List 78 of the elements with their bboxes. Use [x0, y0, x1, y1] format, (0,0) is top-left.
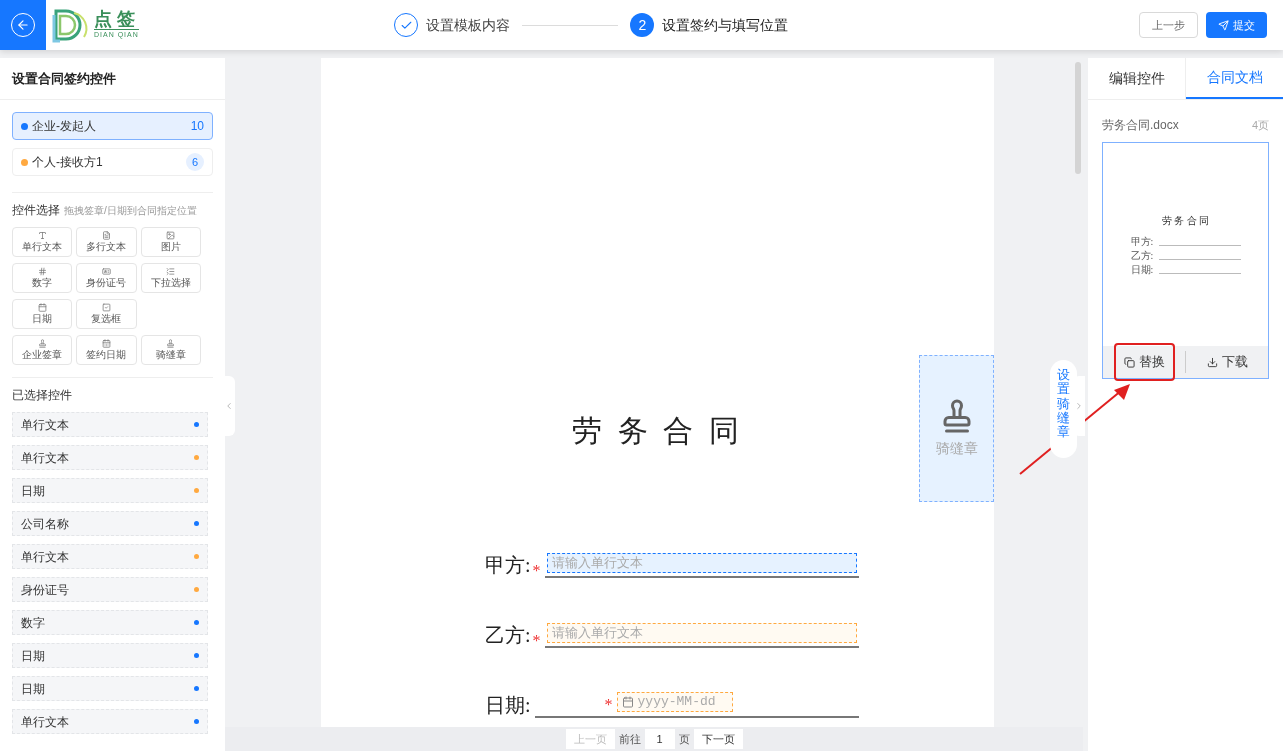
logo-icon: [50, 7, 90, 43]
control-tile[interactable]: 身份证号: [76, 263, 137, 293]
control-tile[interactable]: 多行文本: [76, 227, 137, 257]
control-tile[interactable]: 单行文本: [12, 227, 73, 257]
selected-control[interactable]: 数字: [12, 610, 208, 635]
step-label: 设置模板内容: [426, 15, 511, 35]
copy-icon: [1123, 356, 1135, 368]
document-thumbnail[interactable]: 劳 务 合 同 甲方: 乙方: 日期: 替换 下载: [1102, 142, 1269, 379]
selected-control[interactable]: 日期: [12, 643, 208, 668]
hash-icon: [37, 267, 47, 276]
control-tile[interactable]: 日期: [12, 299, 73, 329]
required-mark: *: [532, 564, 541, 578]
field-label: 甲方:: [485, 553, 531, 578]
signer-item[interactable]: 个人-接收方1 6: [12, 148, 213, 176]
section-title: 已选择控件: [12, 387, 73, 404]
thumbnail-label: 甲方:: [1130, 236, 1155, 248]
control-tile[interactable]: 签约日期: [76, 335, 137, 365]
page-unit: 页: [678, 731, 690, 747]
selected-control[interactable]: 单行文本: [12, 709, 208, 734]
image-icon: [166, 231, 176, 240]
section-hint: 拖拽签章/日期到合同指定位置: [64, 204, 197, 218]
submit-button[interactable]: 提交: [1206, 12, 1267, 38]
document-title: 劳 务 合 同: [572, 413, 743, 449]
seam-seal-side-tab[interactable]: 设置骑缝章: [1050, 360, 1077, 458]
thumbnail-label: 日期:: [1130, 264, 1155, 276]
section-title: 控件选择: [12, 202, 60, 219]
panel-tab[interactable]: 编辑控件: [1088, 58, 1186, 99]
page-field[interactable]: 1: [644, 729, 675, 749]
list-icon: [166, 267, 176, 276]
scrollbar[interactable]: [1075, 62, 1081, 174]
signer-name: 个人-接收方1: [32, 154, 104, 171]
download-button[interactable]: 下载: [1198, 347, 1256, 377]
step-label: 设置签约与填写位置: [662, 15, 789, 35]
thumbnail-title: 劳 务 合 同: [1161, 214, 1210, 228]
signer-item[interactable]: 企业-发起人 10: [12, 112, 213, 140]
panel-tab[interactable]: 合同文档: [1186, 58, 1283, 99]
file-name: 劳务合同.docx: [1102, 117, 1179, 134]
selected-control[interactable]: 单行文本: [12, 412, 208, 437]
field-label: 日期:: [485, 693, 531, 718]
calendar-icon: [102, 339, 111, 348]
selected-control[interactable]: 单行文本: [12, 544, 208, 569]
page-count: 4页: [1251, 117, 1269, 133]
collapse-left-handle[interactable]: [223, 376, 235, 436]
selected-control[interactable]: 单行文本: [12, 445, 208, 470]
selected-control[interactable]: 日期: [12, 478, 208, 503]
checkbox-icon: [102, 303, 111, 312]
selected-control[interactable]: 日期: [12, 676, 208, 701]
next-page-button[interactable]: 下一页: [693, 729, 743, 749]
selected-control[interactable]: 身份证号: [12, 577, 208, 602]
signer-count: 10: [190, 118, 204, 135]
goto-label: 前往: [618, 731, 641, 747]
previous-step-button[interactable]: 上一步: [1139, 12, 1198, 38]
signer-name: 企业-发起人: [32, 118, 97, 135]
signer-count: 6: [186, 153, 204, 171]
selected-control[interactable]: 公司名称: [12, 511, 208, 536]
required-mark: *: [604, 698, 613, 712]
id-card-icon: [102, 267, 111, 276]
control-tile[interactable]: 下拉选择: [140, 263, 201, 293]
calendar-icon: [621, 696, 634, 708]
calendar-icon: [37, 303, 47, 312]
replace-button[interactable]: 替换: [1113, 343, 1175, 381]
send-icon: [1218, 19, 1229, 31]
download-icon: [1206, 356, 1218, 368]
logo-title: 点 签: [94, 9, 136, 30]
text-icon: [37, 231, 47, 240]
thumbnail-label: 乙方:: [1130, 250, 1155, 262]
step-number: 2: [630, 13, 655, 37]
back-button[interactable]: [0, 0, 46, 50]
stamp-icon: [166, 339, 176, 348]
control-tile[interactable]: 企业签章: [12, 335, 73, 365]
required-mark: *: [532, 634, 541, 648]
control-tile[interactable]: 图片: [140, 227, 201, 257]
stamp-icon: [37, 339, 47, 348]
field-label: 乙方:: [485, 623, 531, 648]
document-icon: [102, 231, 111, 240]
control-tile[interactable]: 骑缝章: [140, 335, 201, 365]
control-tile[interactable]: 数字: [12, 263, 73, 293]
control-tile[interactable]: 复选框: [76, 299, 137, 329]
